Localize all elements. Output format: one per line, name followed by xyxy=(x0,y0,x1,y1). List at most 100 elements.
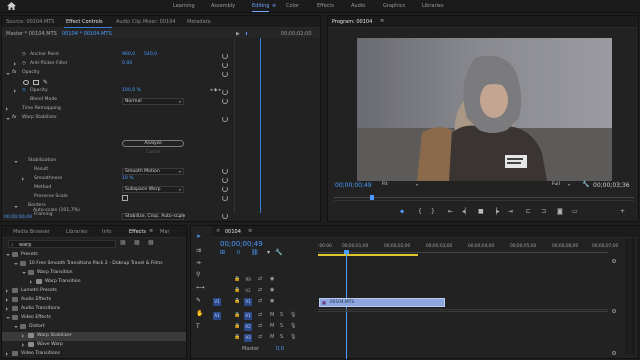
expand-icon[interactable] xyxy=(22,343,24,347)
reset-icon[interactable] xyxy=(222,53,228,59)
add-button-icon[interactable]: + xyxy=(620,209,625,215)
step-forward-icon[interactable]: ▕▸ xyxy=(492,209,500,215)
workspace-color[interactable]: Color xyxy=(286,3,299,9)
button-editor-icon[interactable]: ▭ xyxy=(572,209,578,215)
tab-markers[interactable]: Mar xyxy=(160,229,169,235)
workspace-graphics[interactable]: Graphics xyxy=(383,3,405,9)
accelerated-effects-icon[interactable]: ▦ xyxy=(120,240,126,246)
quality-select[interactable]: Full xyxy=(550,182,572,189)
mute-button[interactable]: M xyxy=(270,312,274,318)
reset-icon[interactable] xyxy=(222,62,228,68)
go-to-in-icon[interactable]: ⇤ xyxy=(448,209,453,215)
expand-icon[interactable] xyxy=(22,177,24,181)
track-label[interactable]: A1 xyxy=(244,312,252,320)
workspace-effects[interactable]: Effects xyxy=(317,3,334,9)
insert-icon[interactable]: ⊏ xyxy=(526,209,531,215)
program-scrubber[interactable] xyxy=(334,193,634,200)
yuv-effects-icon[interactable]: ▦ xyxy=(148,240,154,246)
track-label[interactable]: A3 xyxy=(244,334,252,342)
effects-tree-item[interactable]: Distort xyxy=(2,323,186,332)
expand-icon[interactable] xyxy=(22,334,24,338)
source-patch-v1[interactable]: V1 xyxy=(213,298,221,306)
workspace-menu-icon[interactable]: ≡ xyxy=(272,3,276,9)
pen-mask-icon[interactable]: ✎ xyxy=(43,79,48,86)
tab-info[interactable]: Info xyxy=(102,229,111,235)
tab-effects[interactable]: Effects xyxy=(129,229,146,235)
panel-menu-icon[interactable]: ≡ xyxy=(248,228,252,234)
sync-lock-icon[interactable]: ⇄ xyxy=(258,287,262,293)
reset-icon[interactable] xyxy=(222,168,228,174)
collapse-icon[interactable] xyxy=(6,317,10,319)
analyze-button[interactable]: Analyze xyxy=(122,140,184,147)
effects-search-input[interactable]: ⌕ warp xyxy=(8,240,116,248)
video-frame[interactable] xyxy=(357,38,612,181)
method-select[interactable]: Subspace Warp xyxy=(122,186,184,193)
close-icon[interactable]: × xyxy=(216,228,220,234)
ripple-edit-tool-icon[interactable]: ⟛ xyxy=(196,260,201,266)
effects-tree-item-selected[interactable]: Warp Stabilizer xyxy=(2,332,186,341)
solo-button[interactable]: S xyxy=(280,323,283,329)
rectangle-mask-icon[interactable] xyxy=(33,80,39,85)
ellipse-mask-icon[interactable] xyxy=(23,80,29,85)
collapse-icon[interactable] xyxy=(14,326,18,328)
tab-program[interactable]: Program: 00104 xyxy=(332,19,372,25)
snap-icon[interactable]: ∩ xyxy=(236,250,240,256)
razor-tool-icon[interactable]: ⚲ xyxy=(196,272,200,278)
lock-icon[interactable]: 🔒 xyxy=(234,298,240,304)
workspace-assembly[interactable]: Assembly xyxy=(211,3,235,9)
mark-out-icon[interactable]: } xyxy=(431,209,435,215)
lock-icon[interactable]: 🔒 xyxy=(234,276,240,282)
lock-icon[interactable]: 🔒 xyxy=(234,312,240,318)
add-marker-icon[interactable]: ⬥ xyxy=(400,209,404,215)
collapse-icon[interactable] xyxy=(6,254,10,256)
expand-icon[interactable] xyxy=(6,307,8,311)
wrench-icon[interactable]: 🔧 xyxy=(582,181,589,188)
panel-menu-icon[interactable]: ≡ xyxy=(380,18,384,24)
pen-tool-icon[interactable]: ✎ xyxy=(196,298,201,304)
playhead-handle[interactable] xyxy=(344,250,349,254)
mark-in-icon[interactable]: { xyxy=(418,209,422,215)
collapse-icon[interactable] xyxy=(6,73,10,75)
ec-master-label[interactable]: Master * 00104.MTS xyxy=(6,31,57,37)
reset-icon[interactable] xyxy=(222,195,228,201)
effects-tree-item[interactable]: Video Transitions xyxy=(2,350,186,359)
ec-timecode[interactable]: 00;00;00;49 xyxy=(4,215,32,220)
eye-icon[interactable]: ◉ xyxy=(270,276,274,282)
track-label[interactable]: V1 xyxy=(244,298,252,306)
tab-effect-controls[interactable]: Effect Controls xyxy=(66,19,103,25)
lock-icon[interactable]: 🔒 xyxy=(234,334,240,340)
go-to-out-icon[interactable]: ⇥ xyxy=(508,209,513,215)
ec-mini-ruler[interactable]: ▶ 00;00;02;00 xyxy=(234,29,320,38)
timeline-settings-icon[interactable]: 🔧 xyxy=(275,250,282,256)
home-icon[interactable] xyxy=(7,2,16,10)
work-area-bar[interactable] xyxy=(318,254,418,256)
effects-tree-item[interactable]: Video Effects xyxy=(2,314,186,323)
collapse-icon[interactable] xyxy=(14,161,18,163)
keyframe-nav-icon[interactable]: ◂ ◆ ▸ xyxy=(210,88,221,93)
eye-icon[interactable]: ◉ xyxy=(270,298,274,304)
collapse-icon[interactable] xyxy=(14,206,18,208)
vertical-scrollbar[interactable] xyxy=(609,239,619,357)
slip-tool-icon[interactable]: ⟷ xyxy=(196,285,205,291)
reset-icon[interactable] xyxy=(222,89,228,95)
workspace-libraries[interactable]: Libraries xyxy=(422,3,444,9)
hand-tool-icon[interactable]: ✋ xyxy=(196,311,203,317)
linked-selection-icon[interactable]: ⛓ xyxy=(251,250,259,256)
sync-lock-icon[interactable]: ⇄ xyxy=(258,334,262,340)
track-label[interactable]: V2 xyxy=(244,287,252,295)
reset-icon[interactable] xyxy=(222,186,228,192)
reset-icon[interactable] xyxy=(222,98,228,104)
effects-tree-item[interactable]: Lumetri Presets xyxy=(2,287,186,296)
eye-icon[interactable]: ◉ xyxy=(270,287,274,293)
sync-lock-icon[interactable]: ⇄ xyxy=(258,323,262,329)
tab-source[interactable]: Source: 00104.MTS xyxy=(6,19,54,25)
effects-tree-item[interactable]: Warp Transition xyxy=(2,278,186,287)
workspace-learning[interactable]: Learning xyxy=(173,3,195,9)
blend-mode-select[interactable]: Normal xyxy=(122,98,184,105)
stopwatch-icon[interactable]: ◷ xyxy=(22,88,26,93)
source-patch-a1[interactable]: A1 xyxy=(213,312,221,320)
reset-icon[interactable] xyxy=(222,177,228,183)
reset-icon[interactable] xyxy=(222,116,228,122)
effects-tree-item[interactable]: Audio Transitions xyxy=(2,305,186,314)
result-select[interactable]: Smooth Motion xyxy=(122,168,184,175)
